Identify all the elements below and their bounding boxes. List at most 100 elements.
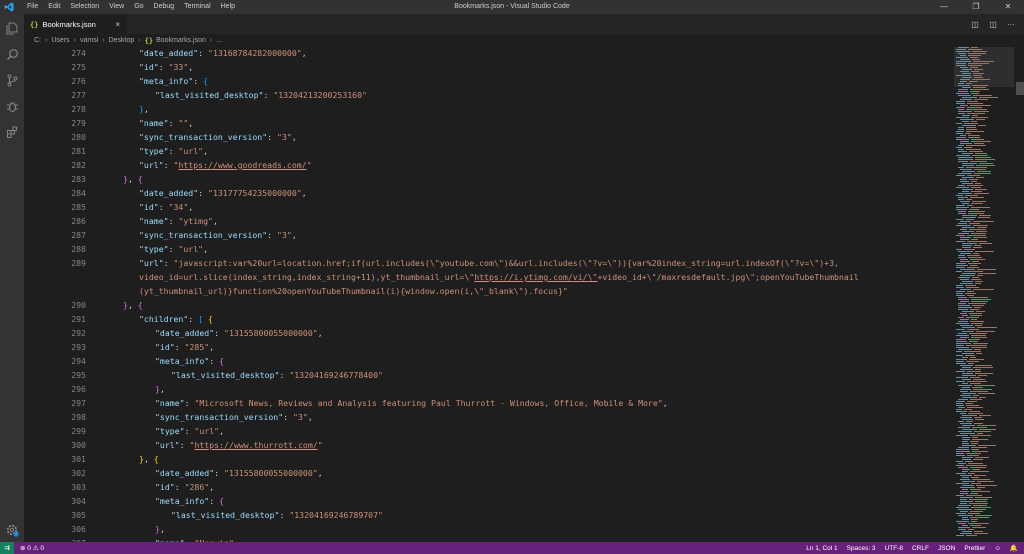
line-number: 281 — [71, 146, 86, 156]
menu-help[interactable]: Help — [216, 0, 240, 14]
prettier-status[interactable]: Prettier — [964, 545, 985, 552]
close-window-icon[interactable]: ✕ — [992, 0, 1024, 14]
scrollbar-thumb[interactable] — [1016, 82, 1024, 95]
minimap-line — [970, 197, 984, 198]
code-line[interactable]: 285 "id": "34", — [24, 200, 964, 214]
extensions-icon[interactable] — [0, 120, 24, 144]
code-line[interactable]: 282 "url": "https://www.goodreads.com/" — [24, 158, 964, 172]
code-line[interactable]: 301}, { — [24, 452, 964, 466]
minimap-line — [971, 279, 981, 280]
minimap-line — [976, 485, 997, 486]
minimap-viewport[interactable] — [954, 47, 1014, 87]
close-tab-icon[interactable]: × — [115, 20, 120, 29]
code-line[interactable]: 290}, { — [24, 298, 964, 312]
minimap-line — [978, 125, 986, 126]
code-line[interactable]: 284 "date_added": "13177754235000000", — [24, 186, 964, 200]
code-line[interactable]: 288 "type": "url", — [24, 242, 964, 256]
menu-edit[interactable]: Edit — [43, 0, 65, 14]
code-line[interactable]: 286 "name": "ytimg", — [24, 214, 964, 228]
search-icon[interactable] — [0, 42, 24, 66]
breadcrumb-item[interactable]: ... — [216, 37, 222, 44]
source-control-icon[interactable] — [0, 68, 24, 92]
code-line[interactable]: 280 "sync_transaction_version": "3", — [24, 130, 964, 144]
menu-selection[interactable]: Selection — [65, 0, 104, 14]
code-line[interactable]: 303 "id": "286", — [24, 480, 964, 494]
code-line[interactable]: 292 "date_added": "13155800055000000", — [24, 326, 964, 340]
url-link[interactable]: https://www.thurrott.com/ — [194, 440, 317, 450]
url-link[interactable]: https://www.goodreads.com/ — [178, 160, 306, 170]
url-link[interactable]: https://i.ytimg.com/vi/\" — [474, 272, 597, 282]
minimap-line — [960, 499, 967, 500]
minimap-line — [956, 137, 966, 138]
code-line[interactable]: 276 "meta_info": { — [24, 74, 964, 88]
code-line[interactable]: 302 "date_added": "13155800055000000", — [24, 466, 964, 480]
warnings-icon[interactable]: ⚠ — [31, 544, 40, 552]
minimize-icon[interactable]: — — [928, 0, 960, 14]
minimap-line — [969, 359, 984, 360]
breadcrumb-item[interactable]: vamsi — [80, 37, 98, 44]
explorer-icon[interactable] — [0, 16, 24, 40]
code-line[interactable]: 278}, — [24, 102, 964, 116]
code-line[interactable]: 299 "type": "url", — [24, 424, 964, 438]
code-line[interactable]: 298 "sync_transaction_version": "3", — [24, 410, 964, 424]
tab-bookmarks-json[interactable]: {} Bookmarks.json × — [24, 14, 127, 34]
minimap-line — [967, 371, 981, 372]
code-line[interactable]: 305 "last_visited_desktop": "132041692467… — [24, 508, 964, 522]
menu-go[interactable]: Go — [129, 0, 148, 14]
remote-icon[interactable]: ⇉ — [0, 542, 14, 554]
code-line[interactable]: 289 "url": "javascript:var%20url=location… — [24, 256, 964, 270]
minimap-line — [970, 377, 980, 378]
split-editor-icon[interactable]: ◫ — [984, 20, 1002, 29]
breadcrumb-item[interactable]: Users — [51, 37, 69, 44]
code-line[interactable]: 275 "id": "33", — [24, 60, 964, 74]
warning-count[interactable]: 0 — [40, 545, 44, 552]
debug-icon[interactable] — [0, 94, 24, 118]
code-line[interactable]: 291 "children": [ { — [24, 312, 964, 326]
code-line[interactable]: 294 "meta_info": { — [24, 354, 964, 368]
minimap-line — [960, 201, 970, 202]
settings-gear-icon[interactable] — [0, 518, 24, 542]
code-line[interactable]: video_id=url.slice(index_string,index_st… — [24, 270, 964, 284]
code-line[interactable]: 274 "date_added": "13168784282000000", — [24, 47, 964, 60]
code-line[interactable]: 300 "url": "https://www.thurrott.com/" — [24, 438, 964, 452]
code-line[interactable]: 297 "name": "Microsoft News, Reviews and … — [24, 396, 964, 410]
encoding[interactable]: UTF-8 — [885, 545, 903, 552]
indentation[interactable]: Spaces: 3 — [847, 545, 876, 552]
code-editor[interactable]: 274 "date_added": "13168784282000000", 275… — [24, 47, 1024, 542]
menu-file[interactable]: File — [22, 0, 43, 14]
code-line[interactable]: 283}, { — [24, 172, 964, 186]
code-line[interactable]: 281 "type": "url", — [24, 144, 964, 158]
code-text: "name": "", — [139, 118, 194, 128]
code-line[interactable]: 293 "id": "285", — [24, 340, 964, 354]
code-line[interactable]: 277 "last_visited_desktop": "132042132002… — [24, 88, 964, 102]
breadcrumb-item[interactable]: C: — [34, 37, 41, 44]
more-actions-icon[interactable]: ··· — [1002, 20, 1020, 29]
restore-icon[interactable]: ❐ — [960, 0, 992, 14]
code-line[interactable]: 304 "meta_info": { — [24, 494, 964, 508]
code-line[interactable]: 306}, — [24, 522, 964, 536]
menu-terminal[interactable]: Terminal — [179, 0, 215, 14]
minimap[interactable] — [954, 47, 1014, 542]
minimap-line — [977, 275, 983, 276]
notifications-icon[interactable]: 🔔 — [1010, 544, 1018, 552]
code-line[interactable]: 296}, — [24, 382, 964, 396]
chevron-right-icon: › — [45, 37, 48, 44]
minimap-line — [958, 421, 964, 422]
cursor-position[interactable]: Ln 1, Col 1 — [806, 545, 837, 552]
minimap-line — [962, 443, 969, 444]
code-line[interactable]: 287 "sync_transaction_version": "3", — [24, 228, 964, 242]
minimap-line — [956, 175, 965, 176]
menu-debug[interactable]: Debug — [149, 0, 180, 14]
breadcrumb-item[interactable]: Desktop — [109, 37, 135, 44]
line-ending[interactable]: CRLF — [912, 545, 929, 552]
language-mode[interactable]: JSON — [938, 545, 955, 552]
minimap-line — [966, 199, 972, 200]
open-preview-icon[interactable]: ◫ — [966, 20, 984, 29]
menu-view[interactable]: View — [104, 0, 129, 14]
feedback-icon[interactable]: ☺ — [994, 545, 1001, 552]
code-line[interactable]: 295 "last_visited_desktop": "132041692467… — [24, 368, 964, 382]
errors-icon[interactable]: ⊗ — [20, 544, 27, 552]
code-line[interactable]: (yt_thumbnail_url)}function%20openYouTub… — [24, 284, 964, 298]
breadcrumb-item[interactable]: Bookmarks.json — [156, 37, 206, 44]
code-line[interactable]: 279 "name": "", — [24, 116, 964, 130]
